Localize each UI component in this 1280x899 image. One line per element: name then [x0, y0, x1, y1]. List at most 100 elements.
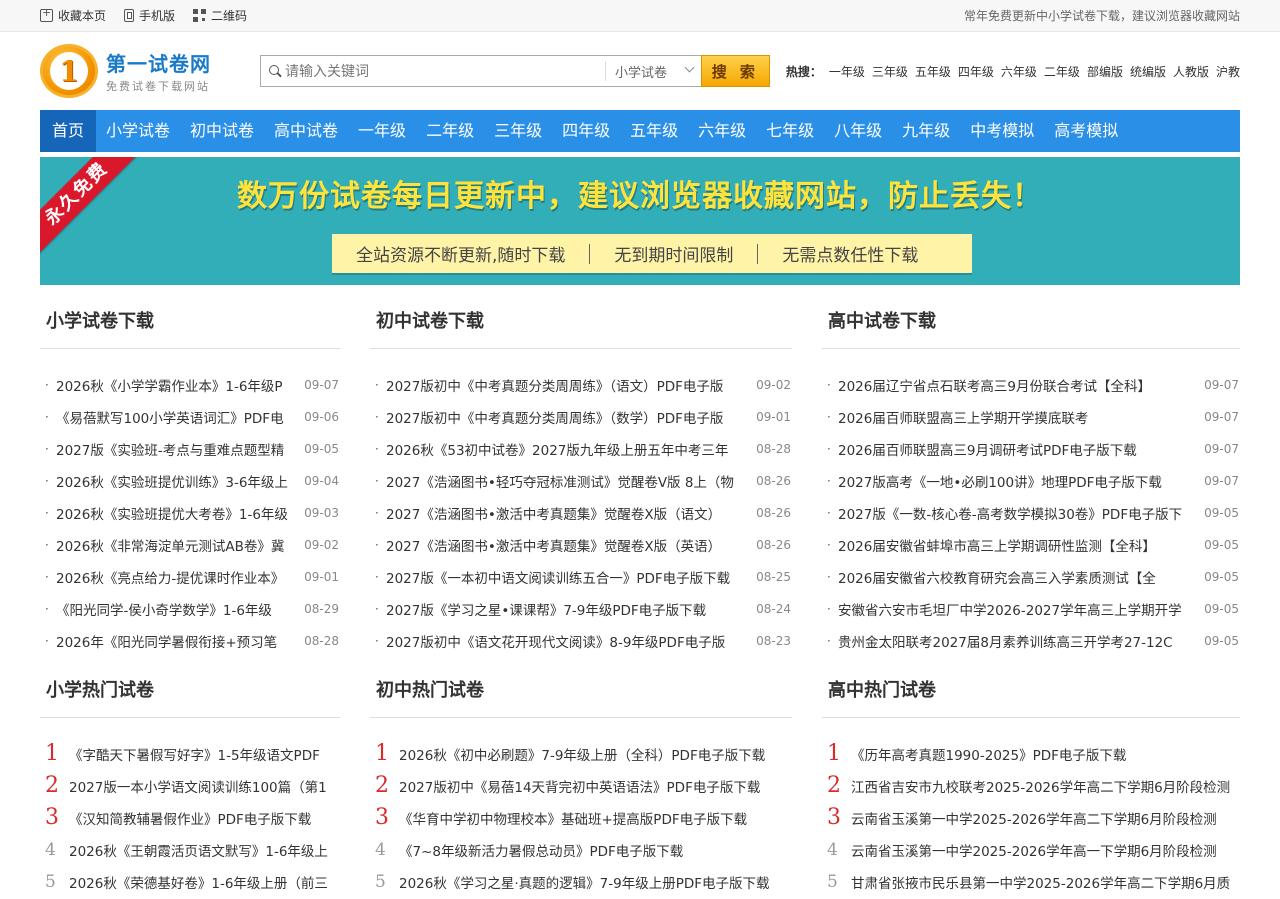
hot-term[interactable]: 四年级 — [958, 63, 994, 80]
item-title[interactable]: 《华育中学初中物理校本》基础班+提高版PDF电子版下载 — [399, 808, 792, 828]
item-title[interactable]: 2027版初中《中考真题分类周周练》（数学）PDF电子版 — [386, 407, 752, 427]
hot-list-item[interactable]: 5 2026秋《荣德基好卷》1-6年级上册（前三 — [40, 866, 340, 898]
list-item[interactable]: · 《阳光同学-侯小奇学数学》1-6年级 08-29 — [40, 593, 340, 625]
hot-list-item[interactable]: 3 《汉知简教辅暑假作业》PDF电子版下载 — [40, 802, 340, 834]
item-title[interactable]: 江西省吉安市九校联考2025-2026学年高二下学期6月阶段检测 — [851, 776, 1240, 796]
hot-list-item[interactable]: 4 2026秋《王朝霞活页语文默写》1-6年级上 — [40, 834, 340, 866]
hot-list-item[interactable]: 3 云南省玉溪第一中学2025-2026学年高二下学期6月阶段检测 — [822, 802, 1240, 834]
site-logo[interactable]: 1 第一试卷网 免费试卷下载网站 — [40, 44, 260, 98]
list-item[interactable]: · 《易蓓默写100小学英语词汇》PDF电 09-06 — [40, 401, 340, 433]
list-item[interactable]: · 2026届辽宁省点石联考高三9月份联合考试【全科】 09-07 — [822, 369, 1240, 401]
list-item[interactable]: · 2027版初中《中考真题分类周周练》（语文）PDF电子版 09-02 — [370, 369, 792, 401]
list-item[interactable]: · 2026届百师联盟高三9月调研考试PDF电子版下载 09-07 — [822, 433, 1240, 465]
hot-term[interactable]: 三年级 — [872, 63, 908, 80]
item-title[interactable]: 云南省玉溪第一中学2025-2026学年高一下学期6月阶段检测 — [851, 840, 1240, 860]
item-title[interactable]: 2027版初中《语文花开现代文阅读》8-9年级PDF电子版 — [386, 631, 752, 651]
item-title[interactable]: 2027版《一本初中语文阅读训练五合一》PDF电子版下载 — [386, 567, 752, 587]
item-title[interactable]: 《7~8年级新活力暑假总动员》PDF电子版下载 — [399, 840, 792, 860]
item-title[interactable]: 2026届百师联盟高三上学期开学摸底联考 — [838, 407, 1200, 427]
nav-item[interactable]: 高考模拟 — [1044, 110, 1128, 152]
nav-item[interactable]: 五年级 — [620, 110, 688, 152]
nav-item[interactable]: 三年级 — [484, 110, 552, 152]
list-item[interactable]: · 2027《浩涵图书•激活中考真题集》觉醒卷X版（英语） 08-26 — [370, 529, 792, 561]
list-item[interactable]: · 2027版《一本初中语文阅读训练五合一》PDF电子版下载 08-25 — [370, 561, 792, 593]
hot-list-item[interactable]: 5 2026秋《学习之星·真题的逻辑》7-9年级上册PDF电子版下载 — [370, 866, 792, 898]
item-title[interactable]: 2026秋《亮点给力-提优课时作业本》 — [56, 567, 300, 587]
item-title[interactable]: 《历年高考真题1990-2025》PDF电子版下载 — [851, 744, 1240, 764]
list-item[interactable]: · 2026秋《亮点给力-提优课时作业本》 09-01 — [40, 561, 340, 593]
list-item[interactable]: · 2027版《一数-核心卷-高考数学模拟30卷》PDF电子版下 09-05 — [822, 497, 1240, 529]
hot-list-item[interactable]: 2 2027版初中《易蓓14天背完初中英语语法》PDF电子版下载 — [370, 770, 792, 802]
item-title[interactable]: 2027版《一数-核心卷-高考数学模拟30卷》PDF电子版下 — [838, 503, 1200, 523]
item-title[interactable]: 2026年《阳光同学暑假衔接+预习笔 — [56, 631, 300, 651]
nav-item[interactable]: 九年级 — [892, 110, 960, 152]
item-title[interactable]: 2026届辽宁省点石联考高三9月份联合考试【全科】 — [838, 375, 1200, 395]
mobile-version-link[interactable]: 手机版 — [124, 7, 175, 24]
list-item[interactable]: · 贵州金太阳联考2027届8月素养训练高三开学考27-12C 09-05 — [822, 625, 1240, 657]
item-title[interactable]: 《字酷天下暑假写好字》1-5年级语文PDF — [69, 744, 340, 764]
nav-item[interactable]: 小学试卷 — [96, 110, 180, 152]
item-title[interactable]: 2027《浩涵图书•激活中考真题集》觉醒卷X版（语文） — [386, 503, 752, 523]
item-title[interactable]: 贵州金太阳联考2027届8月素养训练高三开学考27-12C — [838, 631, 1200, 651]
list-item[interactable]: · 2026秋《实验班提优大考卷》1-6年级 09-03 — [40, 497, 340, 529]
list-item[interactable]: · 2026秋《实验班提优训练》3-6年级上 09-04 — [40, 465, 340, 497]
list-item[interactable]: · 2026秋《53初中试卷》2027版九年级上册五年中考三年 08-28 — [370, 433, 792, 465]
list-item[interactable]: · 安徽省六安市毛坦厂中学2026-2027学年高三上学期开学 09-05 — [822, 593, 1240, 625]
item-title[interactable]: 2026秋《小学学霸作业本》1-6年级P — [56, 375, 300, 395]
hot-term[interactable]: 人教版 — [1173, 63, 1209, 80]
item-title[interactable]: 2026秋《初中必刷题》7-9年级上册（全科）PDF电子版下载 — [399, 744, 792, 764]
hot-list-item[interactable]: 2 江西省吉安市九校联考2025-2026学年高二下学期6月阶段检测 — [822, 770, 1240, 802]
item-title[interactable]: 2026届安徽省蚌埠市高三上学期调研性监测【全科】 — [838, 535, 1200, 555]
item-title[interactable]: 2026秋《荣德基好卷》1-6年级上册（前三 — [69, 872, 340, 892]
hot-list-item[interactable]: 1 《字酷天下暑假写好字》1-5年级语文PDF — [40, 738, 340, 770]
nav-item[interactable]: 初中试卷 — [180, 110, 264, 152]
nav-item[interactable]: 六年级 — [688, 110, 756, 152]
bookmark-page-link[interactable]: 收藏本页 — [40, 6, 106, 24]
item-title[interactable]: 2026秋《王朝霞活页语文默写》1-6年级上 — [69, 840, 340, 860]
nav-item[interactable]: 一年级 — [348, 110, 416, 152]
hot-term[interactable]: 部编版 — [1087, 63, 1123, 80]
list-item[interactable]: · 2027版高考《一地•必刷100讲》地理PDF电子版下载 09-07 — [822, 465, 1240, 497]
list-item[interactable]: · 2027《浩涵图书•激活中考真题集》觉醒卷X版（语文） 08-26 — [370, 497, 792, 529]
hot-term[interactable]: 沪教 — [1216, 63, 1240, 80]
item-title[interactable]: 云南省玉溪第一中学2025-2026学年高二下学期6月阶段检测 — [851, 808, 1240, 828]
qr-code-link[interactable]: 二维码 — [193, 7, 247, 24]
list-item[interactable]: · 2026秋《非常海淀单元测试AB卷》冀 09-02 — [40, 529, 340, 561]
item-title[interactable]: 2026秋《实验班提优大考卷》1-6年级 — [56, 503, 300, 523]
item-title[interactable]: 甘肃省张掖市民乐县第一中学2025-2026学年高二下学期6月质 — [851, 872, 1240, 892]
hot-term[interactable]: 六年级 — [1001, 63, 1037, 80]
nav-item-home[interactable]: 首页 — [40, 110, 96, 152]
item-title[interactable]: 2027版高考《一地•必刷100讲》地理PDF电子版下载 — [838, 471, 1200, 491]
list-item[interactable]: · 2026届安徽省六校教育研究会高三入学素质测试【全 09-05 — [822, 561, 1240, 593]
hot-list-item[interactable]: 4 云南省玉溪第一中学2025-2026学年高一下学期6月阶段检测 — [822, 834, 1240, 866]
item-title[interactable]: 《阳光同学-侯小奇学数学》1-6年级 — [56, 599, 300, 619]
nav-item[interactable]: 二年级 — [416, 110, 484, 152]
list-item[interactable]: · 2027《浩涵图书•轻巧夺冠标准测试》觉醒卷V版 8上（物 08-26 — [370, 465, 792, 497]
hot-list-item[interactable]: 1 2026秋《初中必刷题》7-9年级上册（全科）PDF电子版下载 — [370, 738, 792, 770]
item-title[interactable]: 2026秋《学习之星·真题的逻辑》7-9年级上册PDF电子版下载 — [399, 872, 792, 892]
item-title[interactable]: 2027版初中《易蓓14天背完初中英语语法》PDF电子版下载 — [399, 776, 792, 796]
list-item[interactable]: · 2027版初中《语文花开现代文阅读》8-9年级PDF电子版 08-23 — [370, 625, 792, 657]
hot-term[interactable]: 统编版 — [1130, 63, 1166, 80]
item-title[interactable]: 2027《浩涵图书•激活中考真题集》觉醒卷X版（英语） — [386, 535, 752, 555]
list-item[interactable]: · 2027版《实验班-考点与重难点题型精 09-05 — [40, 433, 340, 465]
list-item[interactable]: · 2026年《阳光同学暑假衔接+预习笔 08-28 — [40, 625, 340, 657]
nav-item[interactable]: 高中试卷 — [264, 110, 348, 152]
search-category-select[interactable]: 小学试卷 — [604, 61, 701, 81]
item-title[interactable]: 2027版《实验班-考点与重难点题型精 — [56, 439, 300, 459]
item-title[interactable]: 2026届百师联盟高三9月调研考试PDF电子版下载 — [838, 439, 1200, 459]
hot-list-item[interactable]: 2 2027版一本小学语文阅读训练100篇（第1 — [40, 770, 340, 802]
nav-item[interactable]: 七年级 — [756, 110, 824, 152]
item-title[interactable]: 2026秋《53初中试卷》2027版九年级上册五年中考三年 — [386, 439, 752, 459]
nav-item[interactable]: 八年级 — [824, 110, 892, 152]
hot-list-item[interactable]: 5 甘肃省张掖市民乐县第一中学2025-2026学年高二下学期6月质 — [822, 866, 1240, 898]
item-title[interactable]: 2027版《学习之星•课课帮》7-9年级PDF电子版下载 — [386, 599, 752, 619]
list-item[interactable]: · 2026届百师联盟高三上学期开学摸底联考 09-07 — [822, 401, 1240, 433]
item-title[interactable]: 2027版初中《中考真题分类周周练》（语文）PDF电子版 — [386, 375, 752, 395]
search-input[interactable] — [284, 56, 605, 86]
item-title[interactable]: 2026秋《实验班提优训练》3-6年级上 — [56, 471, 300, 491]
list-item[interactable]: · 2027版《学习之星•课课帮》7-9年级PDF电子版下载 08-24 — [370, 593, 792, 625]
item-title[interactable]: 2027《浩涵图书•轻巧夺冠标准测试》觉醒卷V版 8上（物 — [386, 471, 752, 491]
item-title[interactable]: 2027版一本小学语文阅读训练100篇（第1 — [69, 776, 340, 796]
list-item[interactable]: · 2026秋《小学学霸作业本》1-6年级P 09-07 — [40, 369, 340, 401]
